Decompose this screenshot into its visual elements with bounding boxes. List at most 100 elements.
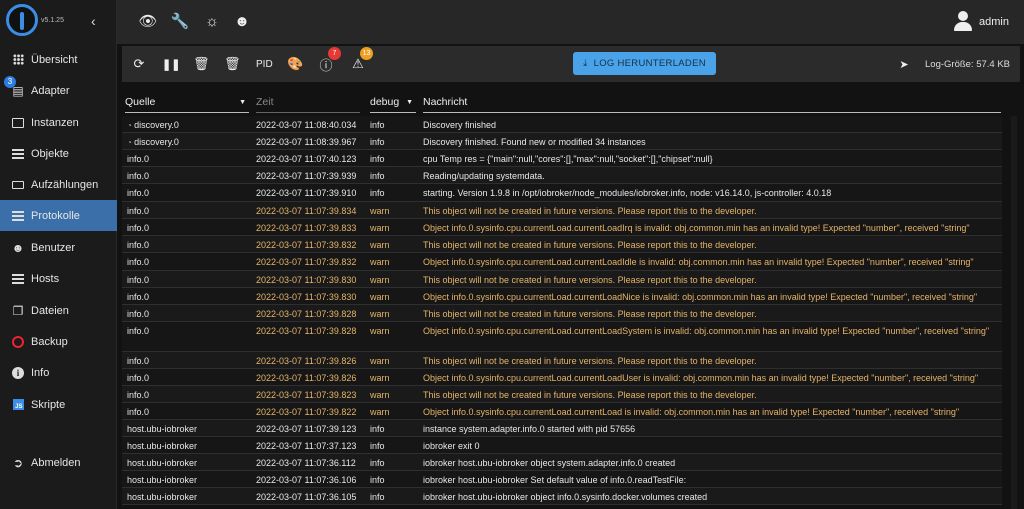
table-row[interactable]: info.0 2022-03-07 11:07:39.832 warn Object … <box>122 253 1002 271</box>
table-row[interactable]: info.0 2022-03-07 11:07:39.939 info Reading… <box>122 167 1002 184</box>
table-row[interactable]: ◔ discovery.0 2022-03-07 11:08:39.967 info… <box>122 133 1002 150</box>
table-row[interactable]: info.0 2022-03-07 11:07:39.826 warn Object … <box>122 369 1002 386</box>
table-row[interactable]: host.ubu-iobroker 2022-03-07 11:07:36.112… <box>122 454 1002 471</box>
sidebar-item-label: Skripte <box>31 398 66 411</box>
wrench-icon[interactable]: 🔧 <box>171 12 190 30</box>
download-log-button[interactable]: ⤓ LOG HERUNTERLADEN <box>573 52 716 75</box>
log-time: 2022-03-07 11:07:39.123 <box>256 423 356 435</box>
log-source-text: info.0 <box>127 326 150 336</box>
log-source: info.0 <box>127 187 149 199</box>
logout-button[interactable]: ➲ Abmelden <box>0 447 117 478</box>
log-message: instance system.adapter.info.0 started w… <box>423 423 998 435</box>
log-message: iobroker host.ubu-iobroker object system… <box>423 457 998 469</box>
pid-toggle-button[interactable]: PID <box>256 55 273 73</box>
sidebar-item-objekte[interactable]: Objekte <box>0 138 117 169</box>
table-row[interactable]: info.0 2022-03-07 11:07:39.826 warn This ob… <box>122 352 1002 369</box>
log-time-text: 2022-03-07 11:07:39.828 <box>256 309 357 319</box>
store-icon: ▤ 3 <box>4 75 25 98</box>
log-message-text: cpu Temp res = {"main":null,"cores":[],"… <box>423 154 713 164</box>
sidebar-item-backup[interactable]: Backup <box>0 326 117 357</box>
severity-filter[interactable]: debug ▼ <box>370 96 416 113</box>
log-severity-text: warn <box>370 326 390 336</box>
sidebar-item-hosts[interactable]: Hosts <box>0 263 117 294</box>
table-row[interactable]: host.ubu-iobroker 2022-03-07 11:07:39.123… <box>122 420 1002 437</box>
warning-filter-icon[interactable]: ⚠ 13 <box>350 47 373 73</box>
log-severity-text: info <box>370 475 385 485</box>
scrollbar[interactable] <box>1011 116 1017 509</box>
log-source: host.ubu-iobroker <box>127 474 197 486</box>
discovery-icon: ◔ <box>127 121 135 130</box>
list-icon <box>11 272 25 286</box>
log-time: 2022-03-07 11:07:39.826 <box>256 372 356 384</box>
table-row[interactable]: host.ubu-iobroker 2022-03-07 11:07:37.123… <box>122 437 1002 454</box>
log-severity: warn <box>370 256 390 268</box>
table-row[interactable]: info.0 2022-03-07 11:07:39.833 warn Object … <box>122 219 1002 236</box>
refresh-icon[interactable]: ⟳ <box>131 55 147 73</box>
logo-area: v5.1.25 ‹ <box>0 0 116 44</box>
source-filter[interactable]: Quelle ▼ <box>125 96 249 113</box>
table-row[interactable]: info.0 2022-03-07 11:07:39.828 warn This ob… <box>122 305 1002 322</box>
table-row[interactable]: info.0 2022-03-07 11:07:39.828 warn Object … <box>122 322 1002 352</box>
log-time: 2022-03-07 11:07:39.834 <box>256 205 356 217</box>
sidebar-item-adapter[interactable]: ▤ 3 Adapter <box>0 75 117 106</box>
log-severity-text: info <box>370 424 385 434</box>
log-source: host.ubu-iobroker <box>127 457 197 469</box>
sidebar-item-instanzen[interactable]: Instanzen <box>0 107 117 138</box>
log-severity-text: info <box>370 154 385 164</box>
avatar[interactable] <box>953 11 973 31</box>
log-message: iobroker exit 0 <box>423 440 998 452</box>
log-severity: warn <box>370 389 390 401</box>
table-row[interactable]: info.0 2022-03-07 11:07:39.832 warn This ob… <box>122 236 1002 253</box>
message-filter[interactable]: Nachricht <box>423 96 1001 113</box>
sidebar-item-label: Instanzen <box>31 116 79 129</box>
table-row[interactable]: host.ubu-iobroker 2022-03-07 11:07:36.106… <box>122 471 1002 488</box>
palette-icon[interactable]: 🎨 <box>287 55 303 73</box>
sidebar-item-protokolle[interactable]: Protokolle <box>0 200 117 231</box>
sidebar-item-info[interactable]: i Info <box>0 357 117 388</box>
log-severity: info <box>370 136 385 148</box>
expert-mode-icon[interactable]: ☻ <box>233 12 251 30</box>
sidebar-item-aufzaehlungen[interactable]: Aufzählungen <box>0 169 117 200</box>
theme-toggle-icon[interactable]: ☼ <box>203 12 221 30</box>
user-name[interactable]: admin <box>979 16 1009 28</box>
log-source-text: info.0 <box>127 309 150 319</box>
sidebar-item-dateien[interactable]: ❐ Dateien <box>0 295 117 326</box>
log-message: This object will not be created in futur… <box>423 355 998 367</box>
log-source-text: info.0 <box>127 373 150 383</box>
log-severity: info <box>370 153 385 165</box>
table-row[interactable]: host.ubu-iobroker 2022-03-07 11:07:36.105… <box>122 488 1002 505</box>
table-row[interactable]: info.0 2022-03-07 11:07:39.823 warn This ob… <box>122 386 1002 403</box>
log-source-text: host.ubu-iobroker <box>127 492 198 502</box>
pause-icon[interactable]: ❚❚ <box>162 55 180 73</box>
table-row[interactable]: info.0 2022-03-07 11:07:40.123 info cpu Tem… <box>122 150 1002 167</box>
table-row[interactable]: info.0 2022-03-07 11:07:39.834 warn This ob… <box>122 202 1002 219</box>
sidebar-item-skripte[interactable]: JS Skripte <box>0 389 117 420</box>
time-filter[interactable]: Zeit <box>256 96 360 113</box>
log-message-text: Object info.0.sysinfo.cpu.currentLoad.cu… <box>423 373 979 383</box>
table-row[interactable]: ◔ discovery.0 2022-03-07 11:08:40.034 info… <box>122 116 1002 133</box>
table-row[interactable]: info.0 2022-03-07 11:07:39.830 warn Object … <box>122 288 1002 305</box>
sidebar-item-benutzer[interactable]: ☻ Benutzer <box>0 232 117 263</box>
log-message-text: This object will not be created in futur… <box>423 240 757 250</box>
table-row[interactable]: info.0 2022-03-07 11:07:39.830 warn This ob… <box>122 271 1002 288</box>
caret-down-icon: ▼ <box>239 99 246 106</box>
log-time-text: 2022-03-07 11:07:39.823 <box>256 390 357 400</box>
log-time: 2022-03-07 11:07:39.832 <box>256 239 356 251</box>
error-filter-icon[interactable]: ⓘ 7 <box>318 47 341 73</box>
delete-all-icon[interactable]: 🗑 <box>224 55 241 73</box>
log-severity-text: info <box>370 120 385 130</box>
log-severity: warn <box>370 205 390 217</box>
delete-icon[interactable]: 🗑 <box>193 55 210 73</box>
chevron-left-icon[interactable]: ‹ <box>91 13 96 29</box>
log-time: 2022-03-07 11:08:39.967 <box>256 136 356 148</box>
log-time-text: 2022-03-07 11:07:36.105 <box>256 492 357 502</box>
table-row[interactable]: info.0 2022-03-07 11:07:39.910 info startin… <box>122 184 1002 202</box>
eye-icon[interactable]: 👁 <box>138 12 157 30</box>
sidebar-item-uebersicht[interactable]: Übersicht <box>0 44 117 75</box>
table-row[interactable]: info.0 2022-03-07 11:07:39.822 warn Object … <box>122 403 1002 420</box>
log-source-text: discovery.0 <box>134 137 179 147</box>
log-message: This object will not be created in futur… <box>423 205 998 217</box>
sidebar-item-label: Objekte <box>31 147 69 160</box>
sidebar-item-label: Dateien <box>31 304 69 317</box>
log-severity-text: info <box>370 171 385 181</box>
